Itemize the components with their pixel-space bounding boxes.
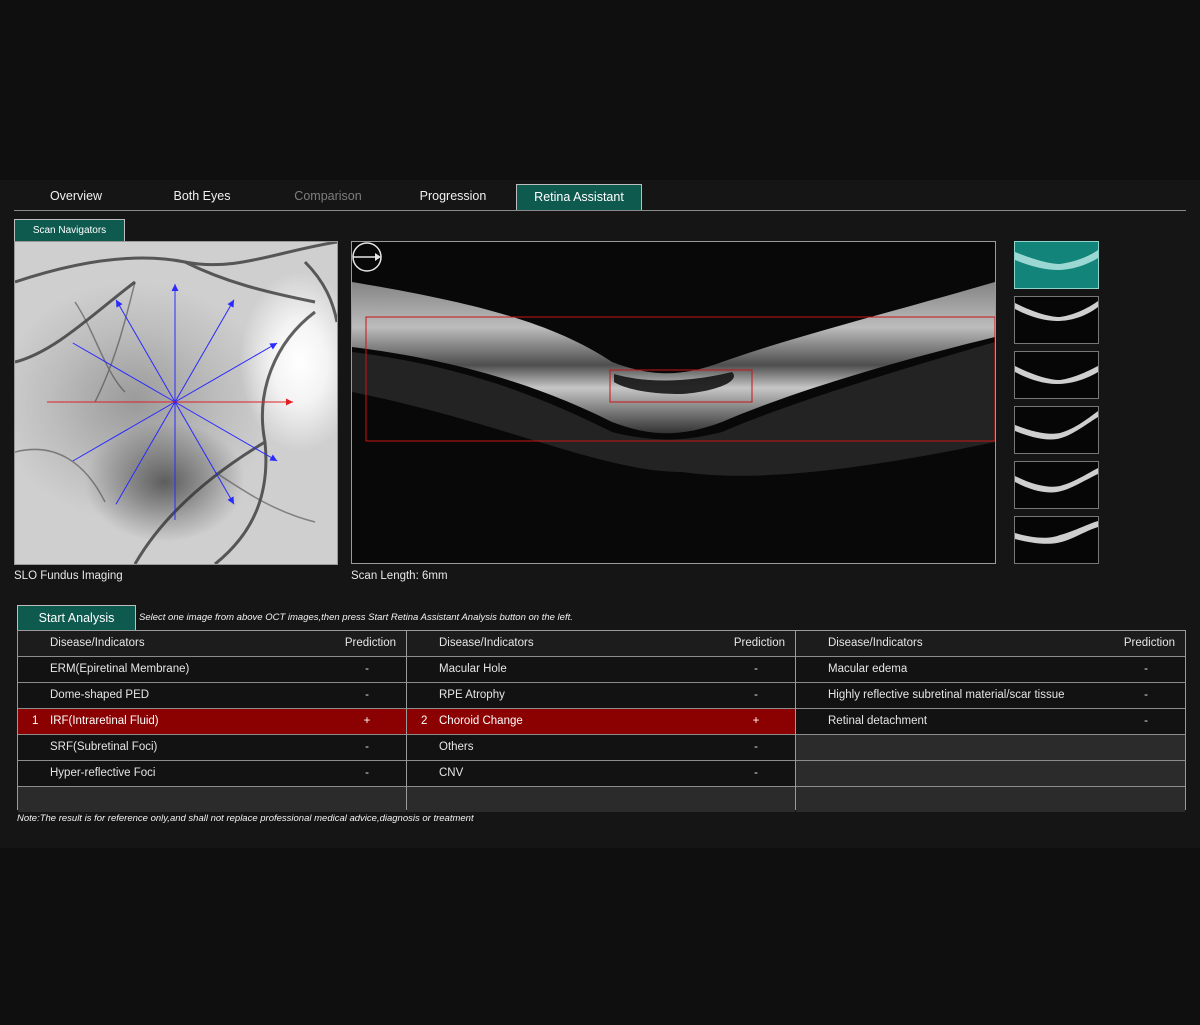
table-empty-row: [796, 761, 1185, 787]
table-row: 2 Choroid Change +: [407, 709, 795, 735]
table-header-row: Disease/Indicators Prediction: [407, 631, 795, 657]
table-row: ERM(Epiretinal Membrane) -: [18, 657, 406, 683]
fundus-caption: SLO Fundus Imaging: [14, 570, 123, 582]
instruction-text: Select one image from above OCT images,t…: [139, 612, 573, 623]
row-prediction: -: [365, 767, 369, 779]
row-index: 1: [32, 715, 39, 727]
row-disease: Choroid Change: [439, 715, 523, 727]
oct-thumbnail-6[interactable]: [1014, 516, 1099, 564]
scan-line[interactable]: [174, 299, 235, 403]
scan-line[interactable]: [174, 401, 235, 505]
results-column-3: Disease/Indicators Prediction Macular edem…: [795, 631, 1185, 812]
scan-line[interactable]: [115, 401, 176, 505]
tab-comparison[interactable]: Comparison: [266, 184, 390, 209]
oct-thumbnail-3[interactable]: [1014, 351, 1099, 399]
table-row: Highly reflective subretinal material/sc…: [796, 683, 1185, 709]
row-disease: ERM(Epiretinal Membrane): [50, 663, 190, 675]
fundus-overlay: [15, 242, 337, 564]
app-window: Overview Both Eyes Comparison Progressio…: [0, 180, 1200, 848]
row-disease: Macular edema: [828, 663, 908, 675]
row-prediction: -: [754, 741, 758, 753]
oct-thumbnail-4[interactable]: [1014, 406, 1099, 454]
row-disease: Others: [439, 741, 474, 753]
scan-direction-icon[interactable]: [352, 242, 382, 272]
table-empty-row: [18, 787, 406, 812]
table-row: Dome-shaped PED -: [18, 683, 406, 709]
table-header-row: Disease/Indicators Prediction: [796, 631, 1185, 657]
slo-fundus-image[interactable]: [14, 241, 338, 565]
tab-overview[interactable]: Overview: [14, 184, 138, 209]
row-prediction: -: [365, 689, 369, 701]
table-row: Macular edema -: [796, 657, 1185, 683]
row-disease: Hyper-reflective Foci: [50, 767, 156, 779]
table-row: Retinal detachment -: [796, 709, 1185, 735]
table-row: 1 IRF(Intraretinal Fluid) +: [18, 709, 406, 735]
scan-line[interactable]: [115, 299, 176, 403]
row-prediction: -: [754, 689, 758, 701]
row-prediction: -: [754, 663, 758, 675]
results-column-1: Disease/Indicators Prediction ERM(Epiretin…: [18, 631, 406, 812]
oct-thumbnail-1[interactable]: [1014, 241, 1099, 289]
scan-line[interactable]: [174, 342, 278, 403]
header-prediction: Prediction: [1123, 637, 1175, 649]
radial-scan-pattern: [47, 284, 293, 520]
row-prediction: -: [754, 767, 758, 779]
row-disease: Highly reflective subretinal material/sc…: [828, 689, 1065, 701]
table-header-row: Disease/Indicators Prediction: [18, 631, 406, 657]
table-row: Others -: [407, 735, 795, 761]
oct-overlay: [352, 242, 995, 563]
table-row: RPE Atrophy -: [407, 683, 795, 709]
table-row: CNV -: [407, 761, 795, 787]
oct-thumbnail-5[interactable]: [1014, 461, 1099, 509]
row-prediction: -: [365, 663, 369, 675]
tab-progression[interactable]: Progression: [391, 184, 515, 209]
header-disease: Disease/Indicators: [439, 637, 534, 649]
row-disease: IRF(Intraretinal Fluid): [50, 715, 159, 727]
oct-thumbnail-2[interactable]: [1014, 296, 1099, 344]
row-prediction: -: [365, 741, 369, 753]
table-row: Hyper-reflective Foci -: [18, 761, 406, 787]
row-prediction: -: [1144, 689, 1148, 701]
row-disease: Dome-shaped PED: [50, 689, 150, 701]
row-disease: CNV: [439, 767, 464, 779]
header-disease: Disease/Indicators: [50, 637, 145, 649]
row-prediction: +: [363, 715, 371, 727]
row-disease: RPE Atrophy: [439, 689, 505, 701]
table-empty-row: [407, 787, 795, 812]
row-prediction: +: [752, 715, 760, 727]
header-prediction: Prediction: [733, 637, 785, 649]
table-empty-row: [796, 735, 1185, 761]
tab-both-eyes[interactable]: Both Eyes: [140, 184, 264, 209]
row-prediction: -: [1144, 715, 1148, 727]
header-disease: Disease/Indicators: [828, 637, 923, 649]
tab-retina-assistant[interactable]: Retina Assistant: [516, 184, 642, 210]
tab-bar: Overview Both Eyes Comparison Progressio…: [14, 184, 1186, 211]
table-empty-row: [796, 787, 1185, 812]
oct-caption: Scan Length: 6mm: [351, 570, 448, 582]
scan-line[interactable]: [72, 401, 176, 462]
results-table: Disease/Indicators Prediction ERM(Epiretin…: [17, 630, 1186, 812]
header-prediction: Prediction: [344, 637, 396, 649]
oct-bscan-image[interactable]: [351, 241, 996, 564]
table-row: Macular Hole -: [407, 657, 795, 683]
row-prediction: -: [1144, 663, 1148, 675]
scan-line[interactable]: [72, 342, 176, 403]
row-index: 2: [421, 715, 428, 727]
start-analysis-button[interactable]: Start Analysis: [17, 605, 136, 631]
row-disease: SRF(Subretinal Foci): [50, 741, 158, 753]
row-disease: Macular Hole: [439, 663, 507, 675]
row-disease: Retinal detachment: [828, 715, 928, 727]
scan-direction-arrow: [286, 398, 293, 406]
disclaimer-note: Note:The result is for reference only,an…: [17, 813, 474, 824]
scan-navigators-button[interactable]: Scan Navigators: [14, 219, 125, 242]
results-column-2: Disease/Indicators Prediction Macular Hole…: [406, 631, 795, 812]
table-row: SRF(Subretinal Foci) -: [18, 735, 406, 761]
scan-direction-arrow: [171, 284, 179, 291]
